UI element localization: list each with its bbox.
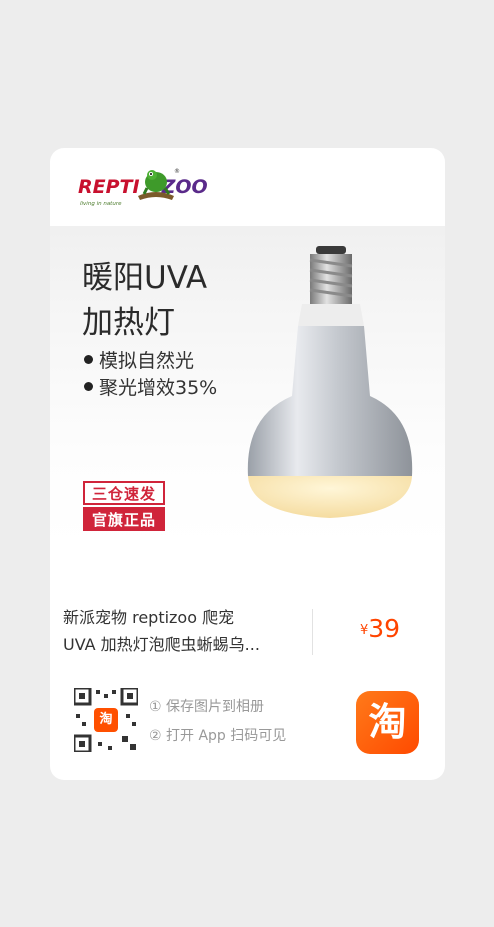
frog-icon (138, 170, 174, 200)
price-value: 39 (368, 614, 401, 643)
divider (312, 609, 313, 655)
bullet-icon (84, 382, 93, 391)
logo-tagline: living in nature (80, 201, 122, 207)
product-title-line2: UVA 加热灯泡爬虫蜥蜴乌... (63, 635, 260, 654)
product-share-card: REPTI ZOO ® living in nature 暖阳UVA 加热灯 模拟… (50, 148, 445, 780)
logo-repti: REPTI (78, 176, 140, 198)
share-instructions: ① 保存图片到相册 ② 打开 App 扫码可见 (149, 693, 286, 751)
price: ¥39 (360, 614, 400, 643)
feature-item: 聚光增效35% (84, 375, 217, 402)
product-title[interactable]: 新派宠物 reptizoo 爬宠 UVA 加热灯泡爬虫蜥蜴乌... (63, 604, 303, 658)
taobao-logo-icon: 淘 (94, 708, 118, 732)
banner-title-line2: 加热灯 (82, 305, 175, 341)
banner-title-line1: 暖阳UVA (82, 260, 208, 296)
step-save-image: ① 保存图片到相册 (149, 699, 265, 715)
shipping-badge: 三仓速发 (83, 481, 165, 505)
logo-registered-mark: ® (174, 168, 180, 175)
product-title-line1: 新派宠物 reptizoo 爬宠 (63, 608, 235, 627)
product-banner: 暖阳UVA 加热灯 模拟自然光 聚光增效35% 三仓速发 官旗正品 (50, 226, 445, 548)
bullet-icon (84, 355, 93, 364)
banner-title: 暖阳UVA 加热灯 (82, 256, 207, 346)
heat-lamp-bulb-image (247, 246, 413, 518)
brand-logo: REPTI ZOO ® living in nature (78, 166, 228, 212)
official-badge: 官旗正品 (83, 507, 165, 531)
feature-item: 模拟自然光 (84, 348, 217, 375)
step-open-app: ② 打开 App 扫码可见 (149, 728, 287, 744)
feature-list: 模拟自然光 聚光增效35% (84, 348, 217, 402)
taobao-app-icon[interactable]: 淘 (356, 691, 419, 754)
